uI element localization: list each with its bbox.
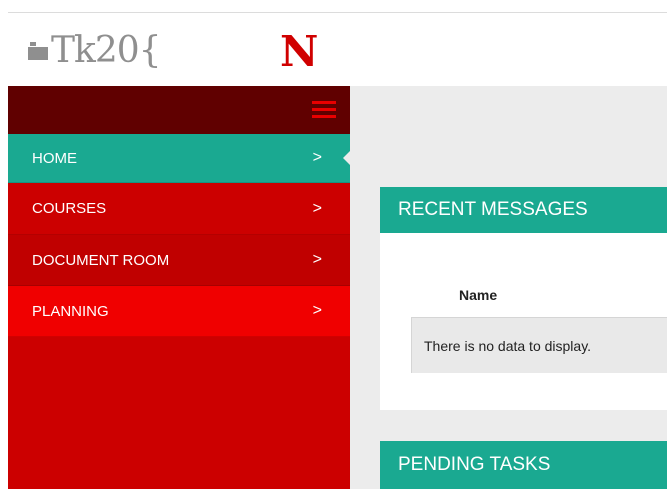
chevron-right-icon: > <box>312 251 322 268</box>
sidebar-item-label: DOCUMENT ROOM <box>32 251 170 269</box>
tk20-logo[interactable]: Tk20{ <box>28 27 162 75</box>
sidebar-item-label: PLANNING <box>32 302 109 320</box>
sidebar-nav: HOME > COURSES > DOCUMENT ROOM > PLANNIN… <box>8 134 350 337</box>
sidebar-item-label: HOME <box>32 149 77 167</box>
sidebar-item-courses[interactable]: COURSES > <box>8 183 350 235</box>
tk20-logo-text: Tk20{ <box>51 30 162 71</box>
sidebar-item-document-room[interactable]: DOCUMENT ROOM > <box>8 235 350 286</box>
top-strip <box>0 0 667 12</box>
header: Tk20{ N <box>8 13 667 86</box>
empty-data-row: There is no data to display. <box>411 317 667 373</box>
chevron-right-icon: > <box>312 302 322 319</box>
sidebar-item-home[interactable]: HOME > <box>8 134 350 183</box>
main-content: RECENT MESSAGES Name There is no data to… <box>350 86 667 489</box>
university-logo: N <box>280 27 319 76</box>
sidebar-header <box>8 86 350 134</box>
tk20-logo-icon <box>28 42 48 60</box>
pending-tasks-header[interactable]: PENDING TASKS <box>380 441 667 489</box>
sidebar-item-label: COURSES <box>32 200 107 217</box>
chevron-right-icon: > <box>312 199 322 217</box>
sidebar: HOME > COURSES > DOCUMENT ROOM > PLANNIN… <box>8 86 350 489</box>
chevron-right-icon: > <box>312 149 322 166</box>
panel-title: RECENT MESSAGES <box>398 199 588 220</box>
recent-messages-panel: Name There is no data to display. <box>380 233 667 410</box>
panel-title: PENDING TASKS <box>398 454 551 475</box>
hamburger-menu-icon[interactable] <box>312 101 336 119</box>
column-header-name[interactable]: Name <box>459 287 497 303</box>
sidebar-item-planning[interactable]: PLANNING > <box>8 286 350 337</box>
recent-messages-header[interactable]: RECENT MESSAGES <box>380 187 667 233</box>
